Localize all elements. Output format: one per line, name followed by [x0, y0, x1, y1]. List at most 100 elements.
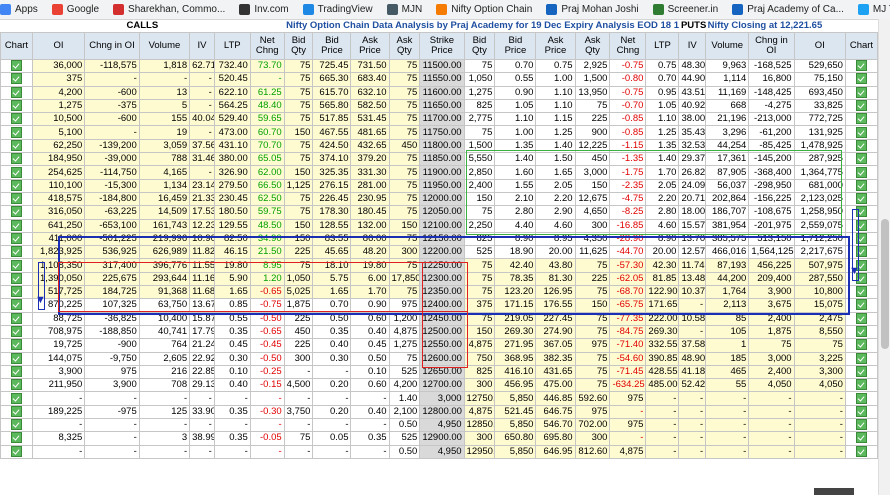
put-chart-checkbox[interactable] — [844, 125, 878, 140]
call-chart-checkbox[interactable] — [0, 391, 33, 406]
chart-check-icon[interactable] — [855, 180, 867, 191]
chart-check-icon[interactable] — [10, 406, 22, 417]
call-chart-checkbox[interactable] — [0, 58, 33, 74]
call-chart-checkbox[interactable] — [0, 364, 33, 380]
bookmark-10[interactable]: MJ Twitter — [857, 4, 890, 15]
call-chart-checkbox[interactable] — [0, 178, 33, 193]
chart-check-icon[interactable] — [10, 127, 22, 138]
chart-check-icon[interactable] — [855, 379, 867, 391]
chart-check-icon[interactable] — [10, 273, 22, 284]
call-chart-checkbox[interactable] — [0, 112, 33, 127]
bookmark-7[interactable]: Praj Mohan Joshi — [546, 4, 639, 15]
put-chart-checkbox[interactable] — [844, 258, 878, 273]
call-chart-checkbox[interactable] — [0, 404, 33, 420]
chart-check-icon[interactable] — [10, 259, 22, 271]
chart-check-icon[interactable] — [10, 379, 22, 391]
put-chart-checkbox[interactable] — [844, 364, 878, 380]
chart-check-icon[interactable] — [855, 353, 867, 364]
chart-check-icon[interactable] — [855, 419, 867, 431]
chart-check-icon[interactable] — [855, 193, 867, 205]
call-chart-checkbox[interactable] — [0, 205, 33, 220]
bookmark-2[interactable]: Sharekhan, Commo... — [113, 4, 225, 15]
chart-check-icon[interactable] — [855, 392, 867, 404]
chart-check-icon[interactable] — [855, 220, 867, 231]
put-chart-checkbox[interactable] — [844, 72, 878, 87]
chart-check-icon[interactable] — [10, 446, 22, 457]
chart-check-icon[interactable] — [10, 419, 22, 431]
chart-check-icon[interactable] — [855, 60, 867, 72]
call-chart-checkbox[interactable] — [0, 72, 33, 87]
chart-check-icon[interactable] — [855, 273, 867, 284]
call-chart-checkbox[interactable] — [0, 431, 33, 446]
call-chart-checkbox[interactable] — [0, 285, 33, 300]
put-chart-checkbox[interactable] — [844, 431, 878, 446]
put-chart-checkbox[interactable] — [844, 444, 878, 459]
chart-check-icon[interactable] — [855, 339, 867, 351]
chart-check-icon[interactable] — [10, 326, 22, 338]
chart-check-icon[interactable] — [855, 326, 867, 338]
call-chart-checkbox[interactable] — [0, 138, 33, 154]
chart-check-icon[interactable] — [10, 432, 22, 444]
chart-check-icon[interactable] — [10, 60, 22, 72]
call-chart-checkbox[interactable] — [0, 271, 33, 287]
put-chart-checkbox[interactable] — [844, 298, 878, 313]
put-chart-checkbox[interactable] — [844, 112, 878, 127]
call-chart-checkbox[interactable] — [0, 98, 33, 114]
put-chart-checkbox[interactable] — [844, 58, 878, 74]
put-chart-checkbox[interactable] — [844, 271, 878, 287]
chart-check-icon[interactable] — [10, 73, 22, 85]
call-chart-checkbox[interactable] — [0, 324, 33, 340]
chart-check-icon[interactable] — [855, 299, 867, 311]
chart-check-icon[interactable] — [10, 113, 22, 125]
call-chart-checkbox[interactable] — [0, 378, 33, 393]
vertical-scrollbar[interactable] — [878, 19, 890, 495]
call-chart-checkbox[interactable] — [0, 85, 33, 100]
put-chart-checkbox[interactable] — [844, 418, 878, 433]
chart-check-icon[interactable] — [855, 113, 867, 125]
bookmark-6[interactable]: Nifty Option Chain — [436, 4, 532, 15]
chart-check-icon[interactable] — [855, 73, 867, 85]
chart-check-icon[interactable] — [10, 153, 22, 165]
chart-check-icon[interactable] — [10, 87, 22, 98]
put-chart-checkbox[interactable] — [844, 152, 878, 167]
bookmark-4[interactable]: TradingView — [302, 4, 373, 15]
put-chart-checkbox[interactable] — [844, 245, 878, 260]
put-chart-checkbox[interactable] — [844, 218, 878, 233]
chart-check-icon[interactable] — [855, 432, 867, 444]
chart-check-icon[interactable] — [10, 206, 22, 218]
chart-check-icon[interactable] — [855, 366, 867, 377]
chart-check-icon[interactable] — [855, 446, 867, 457]
chart-check-icon[interactable] — [855, 100, 867, 112]
call-chart-checkbox[interactable] — [0, 125, 33, 140]
bookmark-0[interactable]: Apps — [0, 4, 38, 15]
put-chart-checkbox[interactable] — [844, 178, 878, 193]
put-chart-checkbox[interactable] — [844, 391, 878, 406]
chart-check-icon[interactable] — [855, 166, 867, 178]
put-chart-checkbox[interactable] — [844, 165, 878, 180]
bookmark-3[interactable]: Inv.com — [239, 4, 289, 15]
chart-check-icon[interactable] — [10, 353, 22, 364]
call-chart-checkbox[interactable] — [0, 245, 33, 260]
put-chart-checkbox[interactable] — [844, 311, 878, 326]
call-chart-checkbox[interactable] — [0, 444, 33, 459]
chart-check-icon[interactable] — [855, 286, 867, 298]
chart-check-icon[interactable] — [855, 313, 867, 324]
call-chart-checkbox[interactable] — [0, 152, 33, 167]
call-chart-checkbox[interactable] — [0, 191, 33, 207]
bookmark-1[interactable]: Google — [51, 4, 99, 15]
call-chart-checkbox[interactable] — [0, 231, 33, 247]
chart-check-icon[interactable] — [10, 193, 22, 205]
chart-check-icon[interactable] — [10, 339, 22, 351]
put-chart-checkbox[interactable] — [844, 351, 878, 366]
chart-check-icon[interactable] — [10, 366, 22, 377]
chart-check-icon[interactable] — [10, 299, 22, 311]
bookmark-9[interactable]: Praj Academy of Ca... — [732, 4, 844, 15]
chart-check-icon[interactable] — [10, 233, 22, 244]
put-chart-checkbox[interactable] — [844, 378, 878, 393]
chart-check-icon[interactable] — [855, 153, 867, 165]
chart-check-icon[interactable] — [10, 100, 22, 112]
put-chart-checkbox[interactable] — [844, 338, 878, 353]
put-chart-checkbox[interactable] — [844, 98, 878, 114]
chart-check-icon[interactable] — [855, 246, 867, 258]
call-chart-checkbox[interactable] — [0, 351, 33, 366]
